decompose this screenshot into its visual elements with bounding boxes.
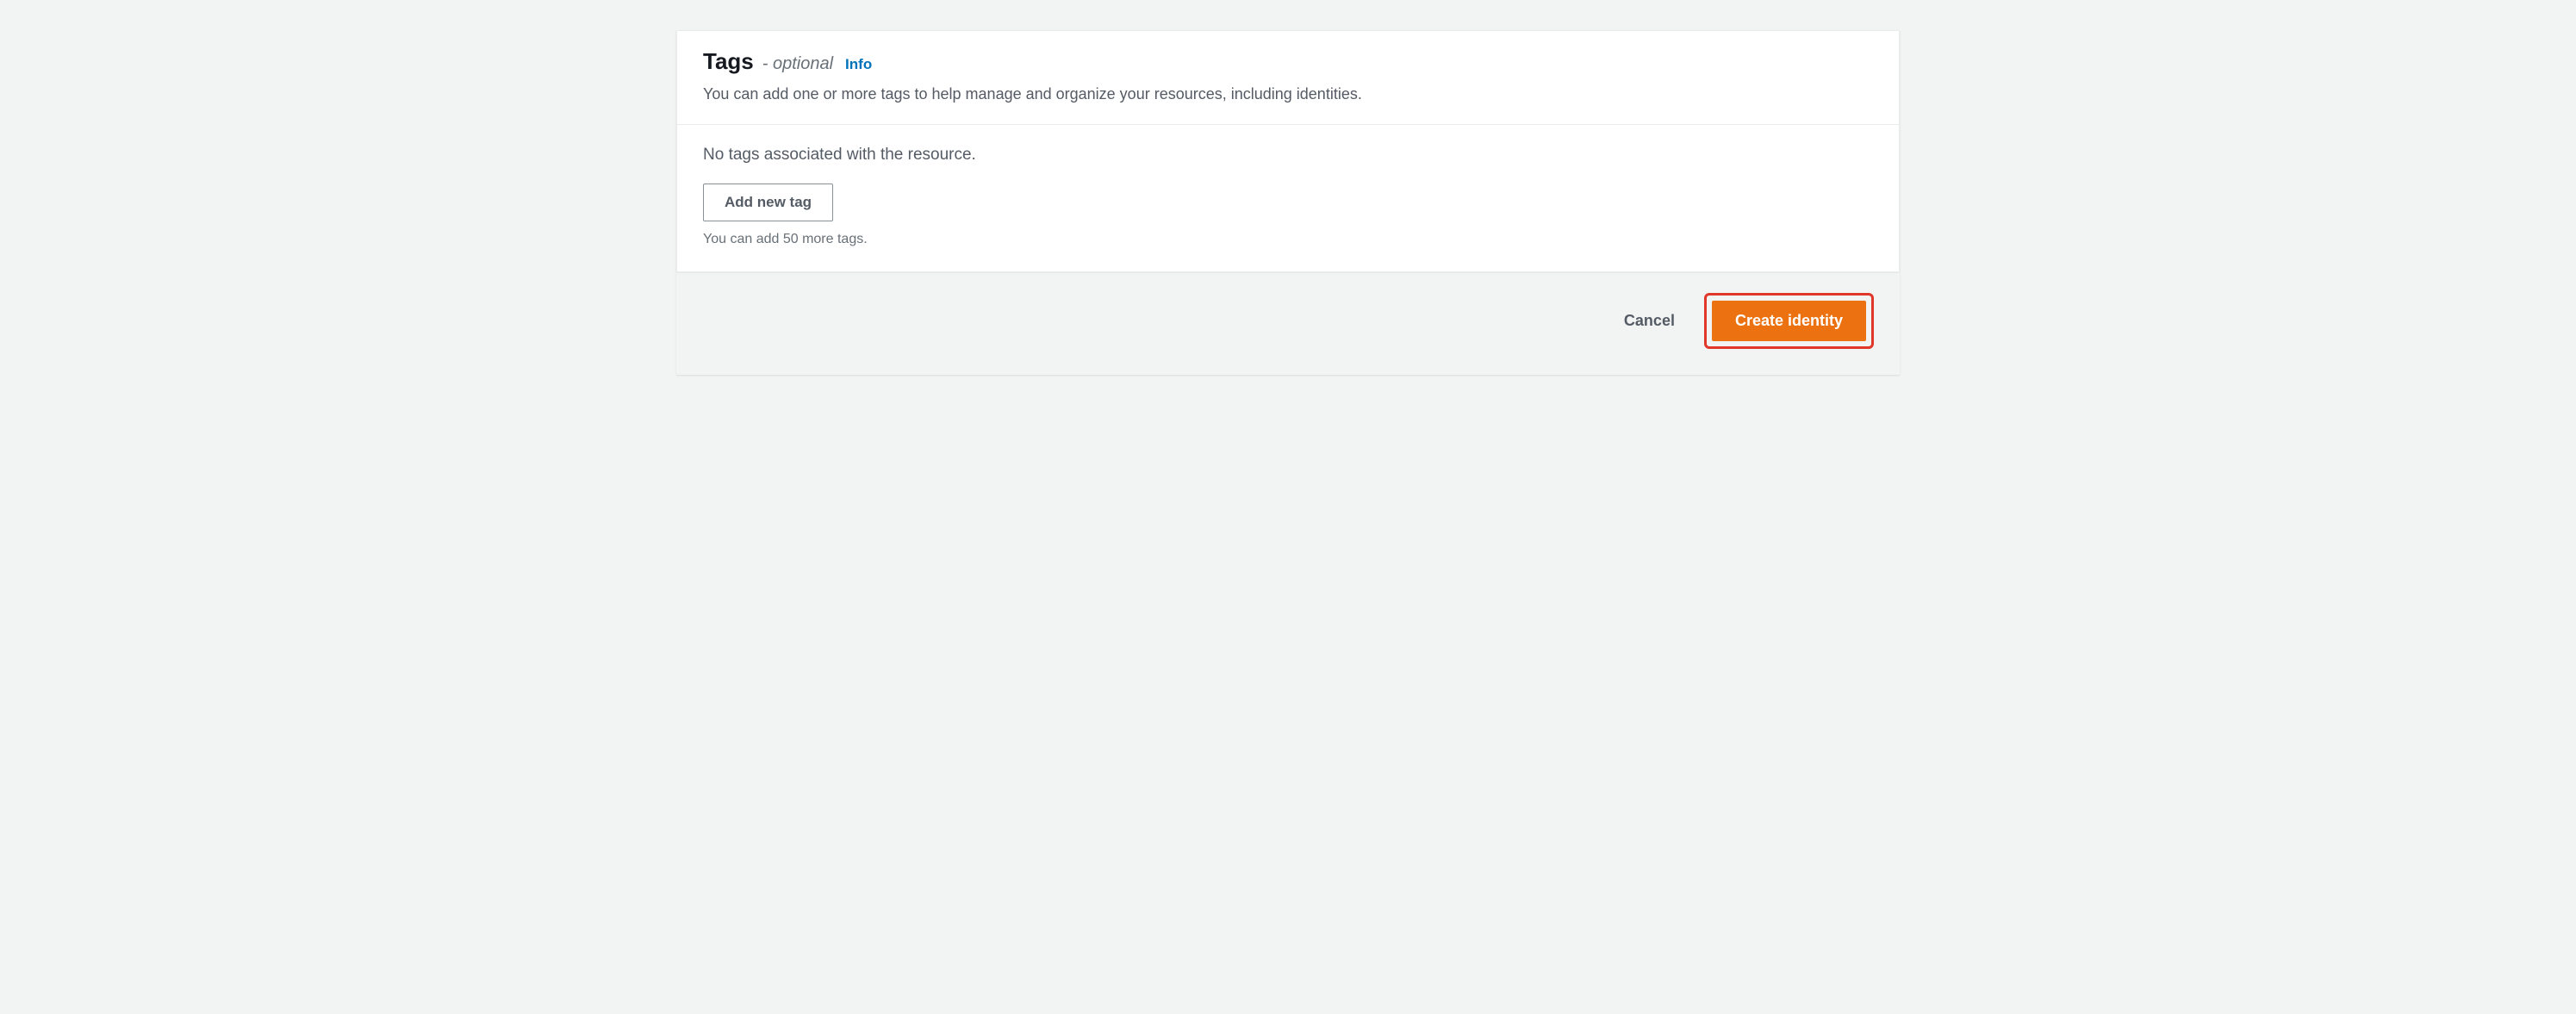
cancel-button[interactable]: Cancel [1610, 303, 1689, 339]
tags-title: Tags [703, 48, 754, 75]
tags-title-row: Tags - optional Info [703, 48, 1873, 75]
add-new-tag-button[interactable]: Add new tag [703, 184, 833, 221]
tags-panel: Tags - optional Info You can add one or … [676, 30, 1900, 272]
tags-panel-header: Tags - optional Info You can add one or … [677, 31, 1899, 125]
tags-description: You can add one or more tags to help man… [703, 84, 1873, 105]
tags-optional-label: - optional [762, 54, 833, 74]
page-container: Tags - optional Info You can add one or … [676, 30, 1900, 375]
tags-remaining-hint: You can add 50 more tags. [703, 232, 1873, 247]
tags-empty-message: No tags associated with the resource. [703, 146, 1873, 165]
footer-actions: Cancel Create identity [676, 272, 1900, 375]
info-link[interactable]: Info [845, 56, 872, 73]
create-identity-highlight: Create identity [1704, 293, 1874, 349]
create-identity-button[interactable]: Create identity [1712, 301, 1866, 341]
tags-panel-body: No tags associated with the resource. Ad… [677, 125, 1899, 271]
